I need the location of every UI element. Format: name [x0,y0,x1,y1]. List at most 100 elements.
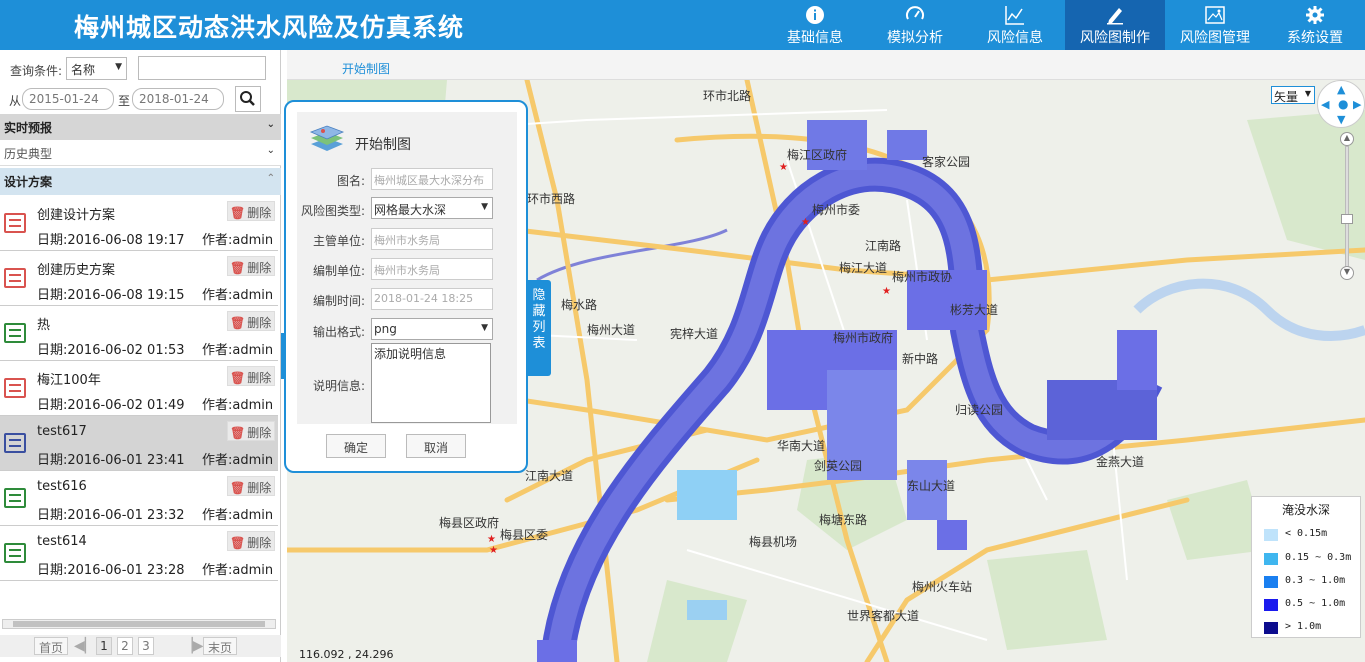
pager: 首页 ◀▏ 1 2 3 ▕▶ 末页 [0,635,281,657]
chevron-down-icon: ⌄ [266,119,275,130]
authority-label: 主管单位: [312,234,365,248]
trash-icon: 🗑 [230,261,246,275]
scheme-author: 作者:admin [202,453,274,468]
search-button[interactable] [235,86,261,112]
scheme-item[interactable]: 梅江100年 🗑 删除 日期:2016-06-02 01:49 作者:admin [0,361,278,416]
scheme-icon [4,323,26,343]
pan-right-icon[interactable]: ▶ [1353,98,1361,111]
zoom-slider-handle[interactable] [1341,214,1353,224]
section-design[interactable]: 设计方案 ⌃ [0,168,281,195]
delete-button[interactable]: 🗑 删除 [227,531,275,551]
desc-textarea[interactable]: 添加说明信息 [371,343,491,423]
caret-down-icon: ▼ [1304,89,1311,98]
dialog-title: 开始制图 [355,137,411,153]
section-history[interactable]: 历史典型 ⌄ [0,140,281,166]
scheme-name: test614 [37,534,87,549]
layer-select[interactable]: 矢量 ▼ [1271,86,1315,104]
tab-start-mapping[interactable]: 开始制图 [342,60,390,77]
scheme-author: 作者:admin [202,288,274,303]
scheme-item[interactable]: test616 🗑 删除 日期:2016-06-01 23:32 作者:admin [0,471,278,526]
app-title: 梅州城区动态洪水风险及仿真系统 [74,13,465,42]
time-input[interactable]: 2018-01-24 18:25 [371,288,493,310]
info-icon [806,6,824,24]
scheme-item[interactable]: test614 🗑 删除 日期:2016-06-01 23:28 作者:admin [0,526,278,581]
scheme-date: 日期:2016-06-08 19:17 [37,233,185,248]
page-3[interactable]: 3 [138,637,154,655]
map-label: 梅州市政协 [892,269,952,284]
map-label: 环市西路 [527,191,575,206]
compiler-input[interactable]: 梅州市水务局 [371,258,493,280]
delete-button[interactable]: 🗑 删除 [227,366,275,386]
horizontal-scrollbar[interactable] [2,619,276,629]
hide-list-button[interactable]: 隐藏列表 [527,280,551,376]
map-label: 梅州市委 [812,202,860,217]
time-label: 编制时间: [312,294,365,308]
from-date-input[interactable]: 2015-01-24 [22,88,114,110]
zoom-out-icon[interactable]: ▼ [1340,266,1354,280]
legend-swatch [1264,599,1278,611]
first-page-button[interactable]: 首页 [34,637,69,655]
page-2[interactable]: 2 [117,637,133,655]
nav-settings[interactable]: 系统设置 [1265,0,1365,50]
delete-button[interactable]: 🗑 删除 [227,421,275,441]
scheme-item[interactable]: 创建历史方案 🗑 删除 日期:2016-06-08 19:15 作者:admin [0,251,278,306]
delete-button[interactable]: 🗑 删除 [227,201,275,221]
scrollbar-thumb[interactable] [13,621,265,627]
star-icon: ★ [489,545,498,556]
scheme-item[interactable]: 热 🗑 删除 日期:2016-06-02 01:53 作者:admin [0,306,278,361]
app-header: 梅州城区动态洪水风险及仿真系统 基础信息 模拟分析 风险信息 风险图制作 风险图… [0,0,1365,50]
legend-label: > 1.0m [1285,621,1322,632]
pan-center-icon: ● [1338,97,1349,111]
pan-up-icon[interactable]: ▲ [1337,83,1345,96]
nav-risk-map-make[interactable]: 风险图制作 [1065,0,1165,50]
legend-label: < 0.15m [1285,528,1328,539]
nav-basic-info[interactable]: 基础信息 [765,0,865,50]
delete-button[interactable]: 🗑 删除 [227,476,275,496]
ok-button[interactable]: 确定 [326,434,386,458]
map-label: 梅州大道 [587,322,635,337]
authority-input[interactable]: 梅州市水务局 [371,228,493,250]
delete-button[interactable]: 🗑 删除 [227,311,275,331]
scheme-item[interactable]: 创建设计方案 🗑 删除 日期:2016-06-08 19:17 作者:admin [0,196,278,251]
map-type-select[interactable]: 网格最大水深 ▼ [371,197,493,219]
legend-swatch [1264,529,1278,541]
from-label: 从 [9,94,22,108]
nav-label: 风险信息 [987,30,1043,46]
format-label: 输出格式: [312,325,365,339]
pan-down-icon[interactable]: ▼ [1337,113,1345,126]
zoom-control: ▲ ▼ [1340,132,1354,282]
zoom-in-icon[interactable]: ▲ [1340,132,1354,146]
map-label: 宪梓大道 [670,326,718,341]
query-condition-select[interactable]: 名称 ▼ [66,57,127,80]
format-select[interactable]: png ▼ [371,318,493,340]
chevron-down-icon: ▼ [481,323,488,333]
query-keyword-input[interactable] [138,56,266,80]
next-page-icon[interactable]: ▕▶ [182,637,204,655]
map-label: 江南大道 [525,468,573,483]
prev-page-icon[interactable]: ◀▏ [74,637,96,655]
map-label: 江南路 [865,238,901,253]
desc-label: 说明信息: [312,379,365,393]
pencil-icon [1107,8,1123,25]
map-label: 东山大道 [907,479,955,493]
pan-control[interactable]: ▲ ▼ ◀ ▶ ● [1317,80,1365,128]
scheme-icon [4,268,26,288]
map-label: 环市北路 [703,88,751,103]
nav-risk-map-manage[interactable]: 风险图管理 [1165,0,1265,50]
nav-risk-info[interactable]: 风险信息 [965,0,1065,50]
nav-simulation[interactable]: 模拟分析 [865,0,965,50]
star-icon: ★ [801,217,810,228]
legend-label: 0.5 ~ 1.0m [1285,598,1346,609]
pan-left-icon[interactable]: ◀ [1321,98,1329,111]
last-page-button[interactable]: 末页 [203,637,238,655]
map-name-input[interactable]: 梅州城区最大水深分布 [371,168,493,190]
zoom-track[interactable] [1345,146,1349,268]
scheme-list: 创建设计方案 🗑 删除 日期:2016-06-08 19:17 作者:admin 创建历史… [0,196,281,581]
delete-button[interactable]: 🗑 删除 [227,256,275,276]
cancel-button[interactable]: 取消 [406,434,466,458]
scheme-item[interactable]: test617 🗑 删除 日期:2016-06-01 23:41 作者:admin [0,416,278,471]
page-1[interactable]: 1 [96,637,112,655]
section-realtime[interactable]: 实时预报 ⌄ [0,114,281,140]
chevron-down-icon: ⌄ [266,145,275,156]
to-date-input[interactable]: 2018-01-24 [132,88,224,110]
